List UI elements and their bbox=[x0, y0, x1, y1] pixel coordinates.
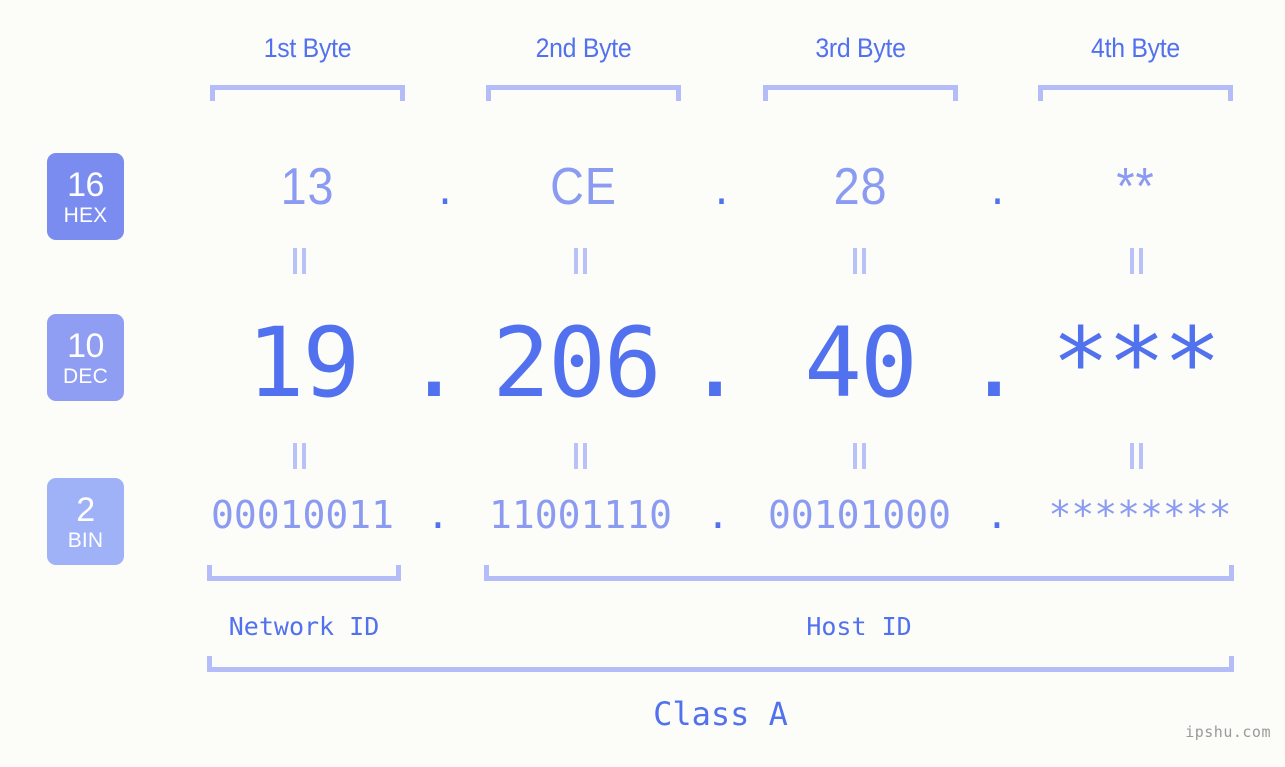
byte-bracket-top-1 bbox=[210, 85, 405, 101]
base-badge-dec-abbr: DEC bbox=[63, 364, 108, 388]
dec-separator-1: . bbox=[405, 307, 463, 419]
watermark: ipshu.com bbox=[1185, 723, 1271, 741]
bin-byte-4: ******** bbox=[1048, 493, 1232, 537]
hex-separator-1: . bbox=[438, 158, 453, 216]
base-badge-dec: 10 DEC bbox=[47, 314, 124, 401]
equals-icon-dec-bin-1 bbox=[289, 443, 311, 469]
network-id-label: Network ID bbox=[228, 612, 380, 641]
dec-byte-4: *** bbox=[1051, 307, 1221, 419]
byte-header-4: 4th Byte bbox=[1091, 33, 1180, 63]
class-bracket bbox=[207, 656, 1234, 672]
hex-byte-1: 13 bbox=[280, 158, 335, 216]
base-badge-bin-number: 2 bbox=[76, 490, 95, 529]
dec-separator-3: . bbox=[965, 307, 1023, 419]
hex-separator-2: . bbox=[715, 158, 729, 216]
dec-byte-2: 206 bbox=[492, 307, 661, 419]
bin-byte-3: 00101000 bbox=[767, 493, 952, 537]
base-badge-bin: 2 BIN bbox=[47, 478, 124, 565]
byte-header-2: 2nd Byte bbox=[535, 33, 632, 63]
bin-separator-1: . bbox=[426, 493, 450, 537]
hex-byte-4: ** bbox=[1116, 158, 1155, 216]
base-badge-dec-number: 10 bbox=[67, 326, 104, 365]
byte-bracket-top-3 bbox=[763, 85, 958, 101]
hex-separator-3: . bbox=[991, 158, 1005, 216]
equals-icon-dec-bin-2 bbox=[570, 443, 592, 469]
byte-header-3: 3rd Byte bbox=[815, 33, 906, 63]
byte-bracket-top-4 bbox=[1038, 85, 1233, 101]
dec-byte-3: 40 bbox=[804, 307, 918, 419]
bin-separator-2: . bbox=[706, 493, 730, 537]
class-label: Class A bbox=[653, 695, 788, 733]
equals-icon-dec-bin-3 bbox=[849, 443, 871, 469]
byte-bracket-top-2 bbox=[486, 85, 681, 101]
ip-address-breakdown-diagram: 1st Byte 2nd Byte 3rd Byte 4th Byte 16 H… bbox=[0, 0, 1285, 767]
hex-byte-3: 28 bbox=[833, 158, 888, 216]
dec-separator-2: . bbox=[686, 307, 744, 419]
hex-byte-2: CE bbox=[550, 158, 617, 216]
equals-icon-dec-bin-4 bbox=[1126, 443, 1148, 469]
host-id-bracket bbox=[484, 565, 1234, 581]
bin-byte-2: 11001110 bbox=[488, 493, 673, 537]
equals-icon-hex-dec-3 bbox=[849, 248, 871, 274]
host-id-label: Host ID bbox=[806, 612, 912, 641]
base-badge-bin-abbr: BIN bbox=[67, 528, 104, 552]
base-badge-hex: 16 HEX bbox=[47, 153, 124, 240]
dec-byte-1: 19 bbox=[246, 307, 361, 419]
bin-separator-3: . bbox=[985, 493, 1009, 537]
byte-header-1: 1st Byte bbox=[263, 33, 352, 63]
equals-icon-hex-dec-2 bbox=[570, 248, 592, 274]
bin-byte-1: 00010011 bbox=[210, 493, 395, 537]
network-id-bracket bbox=[207, 565, 401, 581]
equals-icon-hex-dec-4 bbox=[1126, 248, 1148, 274]
base-badge-hex-number: 16 bbox=[67, 165, 104, 204]
equals-icon-hex-dec-1 bbox=[289, 248, 311, 274]
base-badge-hex-abbr: HEX bbox=[63, 203, 108, 227]
